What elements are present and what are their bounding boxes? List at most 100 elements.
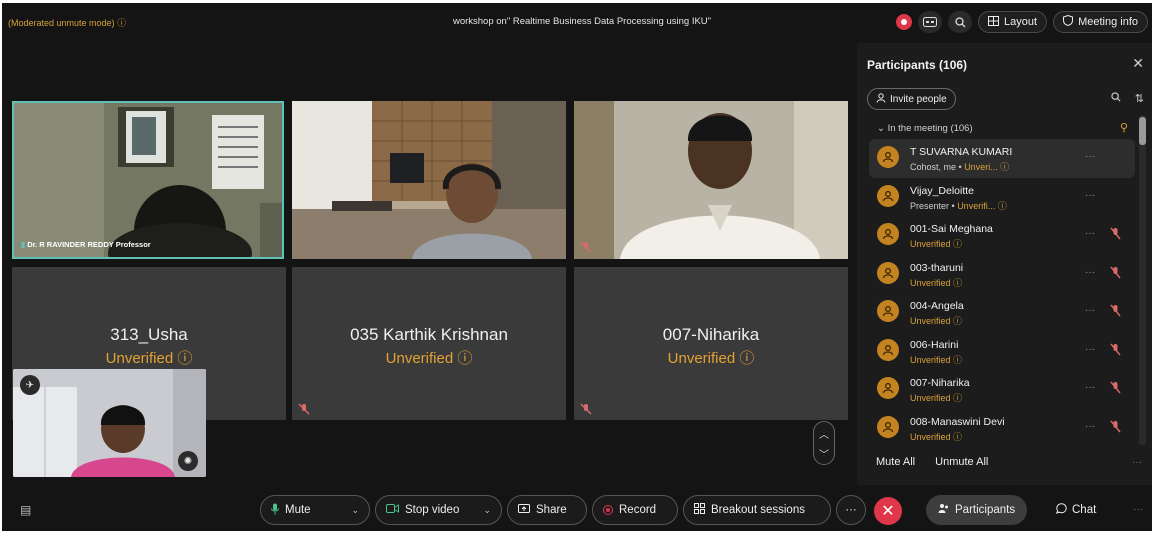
video-tile-professor[interactable]: ▮ Dr. R RAVINDER REDDY Professor <box>12 101 284 259</box>
video-tile-no-video[interactable]: 007-Niharika Unverified ⓘ <box>574 267 848 420</box>
participant-row[interactable]: 004-Angela Unverified ⓘ ··· <box>869 293 1135 332</box>
more-options-icon[interactable]: ··· <box>1085 305 1095 316</box>
mute-button[interactable]: Mute ⌄ <box>260 495 370 525</box>
unmute-all-button[interactable]: Unmute All <box>935 456 988 468</box>
participant-row[interactable]: Vijay_Deloitte Presenter • Unverifi... ⓘ ·… <box>869 178 1135 217</box>
participant-video <box>292 101 566 259</box>
verification-status: Unverified <box>910 431 951 442</box>
chat-bubble-icon[interactable]: ▤ <box>20 503 31 517</box>
panel-footer: Mute All Unmute All <box>876 456 988 468</box>
chevron-up-icon[interactable]: ︿ <box>819 426 829 441</box>
chevron-down-icon[interactable]: ⌄ <box>351 505 359 516</box>
layout-label: Layout <box>1004 16 1038 28</box>
verification-status: Unverified <box>910 316 951 326</box>
camera-icon <box>386 504 399 516</box>
layout-button[interactable]: Layout <box>978 11 1048 33</box>
self-view[interactable]: ✈ ✺ <box>13 369 206 477</box>
mic-muted-icon[interactable] <box>1110 420 1121 433</box>
participants-button[interactable]: Participants <box>926 495 1028 525</box>
mode-label: (Moderated unmute mode) <box>8 18 115 28</box>
avatar <box>877 261 899 284</box>
more-icon[interactable]: ··· <box>1133 504 1143 515</box>
participant-row[interactable]: 003-tharuni Unverified ⓘ ··· <box>869 255 1135 294</box>
captions-icon[interactable] <box>918 11 943 33</box>
leave-meeting-button[interactable]: ✕ <box>874 497 902 525</box>
help-icon: ⓘ <box>950 431 963 442</box>
search-icon[interactable] <box>948 11 973 33</box>
participant-video <box>574 101 848 259</box>
in-meeting-section-header[interactable]: ⌄ In the meeting (106) <box>877 123 973 134</box>
share-button[interactable]: Share <box>507 495 587 525</box>
mic-muted-icon[interactable] <box>1110 381 1121 394</box>
more-options-icon[interactable]: ··· <box>1085 267 1095 278</box>
mic-muted-icon[interactable] <box>1110 227 1121 240</box>
meeting-title: workshop on" Realtime Business Data Proc… <box>452 16 712 27</box>
stop-video-button[interactable]: Stop video ⌄ <box>375 495 502 525</box>
chat-button[interactable]: Chat <box>1055 503 1097 517</box>
separator-dot: • <box>956 162 965 172</box>
panel-scrollbar[interactable] <box>1139 115 1146 445</box>
speaker-name: Dr. R RAVINDER REDDY Professor <box>27 240 151 249</box>
participant-name: 035 Karthik Krishnan <box>350 325 508 344</box>
participant-subtitle: Presenter • Unverifi... ⓘ <box>910 199 1007 212</box>
more-options-icon[interactable]: ··· <box>1085 190 1095 201</box>
participant-row[interactable]: T SUVARNA KUMARI Cohost, me • Unveri... ⓘ… <box>869 139 1135 178</box>
search-icon[interactable] <box>1111 92 1121 105</box>
participant-row[interactable]: 006-Harini Unverified ⓘ ··· <box>869 332 1135 371</box>
avatar <box>877 146 899 168</box>
help-icon: ⓘ <box>739 350 755 367</box>
more-options-icon[interactable]: ··· <box>1085 228 1095 239</box>
separator-dot: • <box>949 200 958 211</box>
mic-muted-icon[interactable] <box>1110 343 1121 356</box>
meeting-info-button[interactable]: Meeting info <box>1053 11 1148 33</box>
participant-role: Cohost, me <box>910 162 957 172</box>
participant-row[interactable]: 001-Sai Meghana Unverified ⓘ ··· <box>869 216 1135 255</box>
avatar <box>877 184 899 207</box>
help-icon: ⓘ <box>997 162 1010 172</box>
more-options-icon[interactable]: ··· <box>1085 382 1095 393</box>
info-icon: ⓘ <box>117 18 127 28</box>
more-options-icon[interactable]: ··· <box>1085 344 1095 355</box>
mic-muted-icon <box>298 403 310 415</box>
participant-row[interactable]: 007-Niharika Unverified ⓘ ··· <box>869 370 1135 409</box>
chevron-down-icon[interactable]: ﹀ <box>819 446 829 461</box>
record-button[interactable]: Record <box>592 495 678 525</box>
person-group-icon[interactable]: ⚲ <box>1120 121 1128 134</box>
avatar <box>877 377 899 399</box>
chat-label: Chat <box>1072 504 1097 516</box>
breakout-sessions-button[interactable]: Breakout sessions <box>683 495 831 525</box>
more-options-icon[interactable]: ··· <box>1085 421 1095 432</box>
participant-name: 006-Harini <box>910 338 959 351</box>
video-tile-participant[interactable] <box>574 101 848 259</box>
participant-name: T SUVARNA KUMARI <box>910 146 1013 158</box>
mute-all-button[interactable]: Mute All <box>876 456 915 468</box>
video-tile-presenter[interactable] <box>292 101 566 259</box>
verification-status: Unverified <box>910 277 951 288</box>
mic-muted-icon[interactable] <box>1110 304 1121 317</box>
close-icon[interactable]: ✕ <box>1132 55 1144 72</box>
invite-people-button[interactable]: Invite people <box>867 88 956 110</box>
moderated-mode-indicator[interactable]: (Moderated unmute mode) ⓘ <box>8 16 126 29</box>
more-options-icon[interactable]: ··· <box>1085 151 1095 162</box>
video-tile-no-video[interactable]: 035 Karthik Krishnan Unverified ⓘ <box>292 267 566 420</box>
more-options-button[interactable]: ··· <box>836 495 866 525</box>
scrollbar-thumb[interactable] <box>1139 117 1146 145</box>
participant-name: 004-Angela <box>910 300 964 312</box>
sort-icon[interactable]: ⇅ <box>1135 92 1144 105</box>
participant-subtitle: Unverified ⓘ <box>910 353 962 366</box>
effects-icon[interactable]: ✺ <box>178 451 198 471</box>
status-label: Unverified <box>667 350 736 367</box>
participant-row[interactable]: 008-Manaswini Devi Unverified ⓘ ··· <box>869 409 1135 448</box>
mic-muted-icon[interactable] <box>1110 266 1121 279</box>
more-options-icon[interactable]: ··· <box>1132 457 1142 468</box>
section-label: In the meeting (106) <box>887 123 973 134</box>
chevron-down-icon[interactable]: ⌄ <box>483 505 491 516</box>
verification-status: Unverified ⓘ <box>292 347 566 368</box>
avatar <box>877 300 899 322</box>
verification-status: Unverified ⓘ <box>574 347 848 368</box>
pin-icon[interactable]: ✈ <box>20 375 40 395</box>
recording-indicator-icon[interactable] <box>896 14 913 30</box>
mic-muted-icon <box>580 403 592 415</box>
record-label: Record <box>619 504 657 516</box>
invite-label: Invite people <box>890 93 947 105</box>
